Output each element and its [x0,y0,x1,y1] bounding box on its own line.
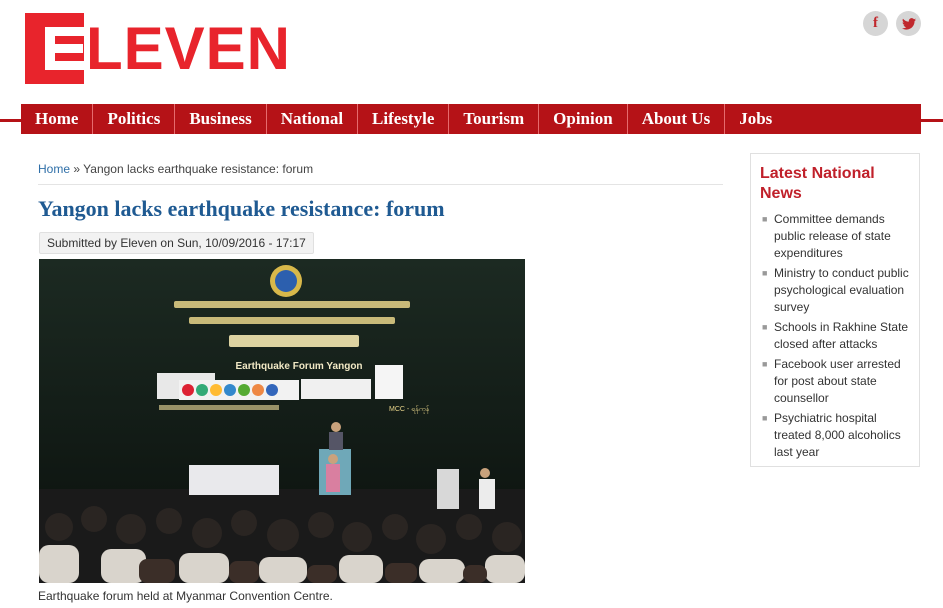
banner-english-text: Earthquake Forum Yangon [235,361,362,372]
sidebar-title: Latest National News [760,165,875,202]
latest-news-sidebar: Latest National News ■ Committee demands… [750,153,920,467]
list-item: ■ Psychiatric hospital treated 8,000 alc… [760,410,911,461]
nav-tourism[interactable]: Tourism [449,104,540,134]
site-logo[interactable]: LEVEN [25,13,291,84]
nav-business[interactable]: Business [175,104,267,134]
nav-lifestyle[interactable]: Lifestyle [358,104,450,134]
breadcrumb-current: Yangon lacks earthquake resistance: foru… [83,162,314,176]
news-link[interactable]: Ministry to conduct public psychological… [774,265,911,316]
bullet-icon: ■ [762,413,768,423]
list-item: ■ Ministry to conduct public psychologic… [760,265,911,316]
logo-text: LEVEN [85,15,291,82]
breadcrumb: Home » Yangon lacks earthquake resistanc… [38,162,723,185]
banner-right-text: MCC - ရန်ကုန် [389,405,430,414]
facebook-icon[interactable]: f [863,11,888,36]
bullet-icon: ■ [762,322,768,332]
bullet-icon: ■ [762,268,768,278]
social-links: f [863,11,921,36]
news-list: ■ Committee demands public release of st… [760,211,911,461]
news-link[interactable]: Schools in Rakhine State closed after at… [774,319,911,353]
nav-about-us[interactable]: About Us [628,104,726,134]
nav-opinion[interactable]: Opinion [539,104,628,134]
nav-home[interactable]: Home [21,104,94,134]
news-link[interactable]: Facebook user arrested for post about st… [774,356,911,407]
submitted-info: Submitted by Eleven on Sun, 10/09/2016 -… [39,232,314,254]
news-link[interactable]: Committee demands public release of stat… [774,211,911,262]
news-link[interactable]: Psychiatric hospital treated 8,000 alcoh… [774,410,911,461]
nav-politics[interactable]: Politics [93,104,176,134]
list-item: ■ Committee demands public release of st… [760,211,911,262]
twitter-icon[interactable] [896,11,921,36]
logo-e-mark [25,13,89,84]
breadcrumb-home-link[interactable]: Home [38,162,70,176]
breadcrumb-separator: » [73,162,81,176]
main-nav: Home Politics Business National Lifestyl… [21,104,921,134]
photo-caption: Earthquake forum held at Myanmar Convent… [38,589,333,603]
article-photo: Earthquake Forum Yangon MCC - ရန်ကုန် [39,259,525,583]
list-item: ■ Schools in Rakhine State closed after … [760,319,911,353]
bullet-icon: ■ [762,214,768,224]
nav-jobs[interactable]: Jobs [725,104,786,134]
nav-national[interactable]: National [267,104,359,134]
article-title: Yangon lacks earthquake resistance: foru… [38,196,445,221]
bullet-icon: ■ [762,359,768,369]
list-item: ■ Facebook user arrested for post about … [760,356,911,407]
